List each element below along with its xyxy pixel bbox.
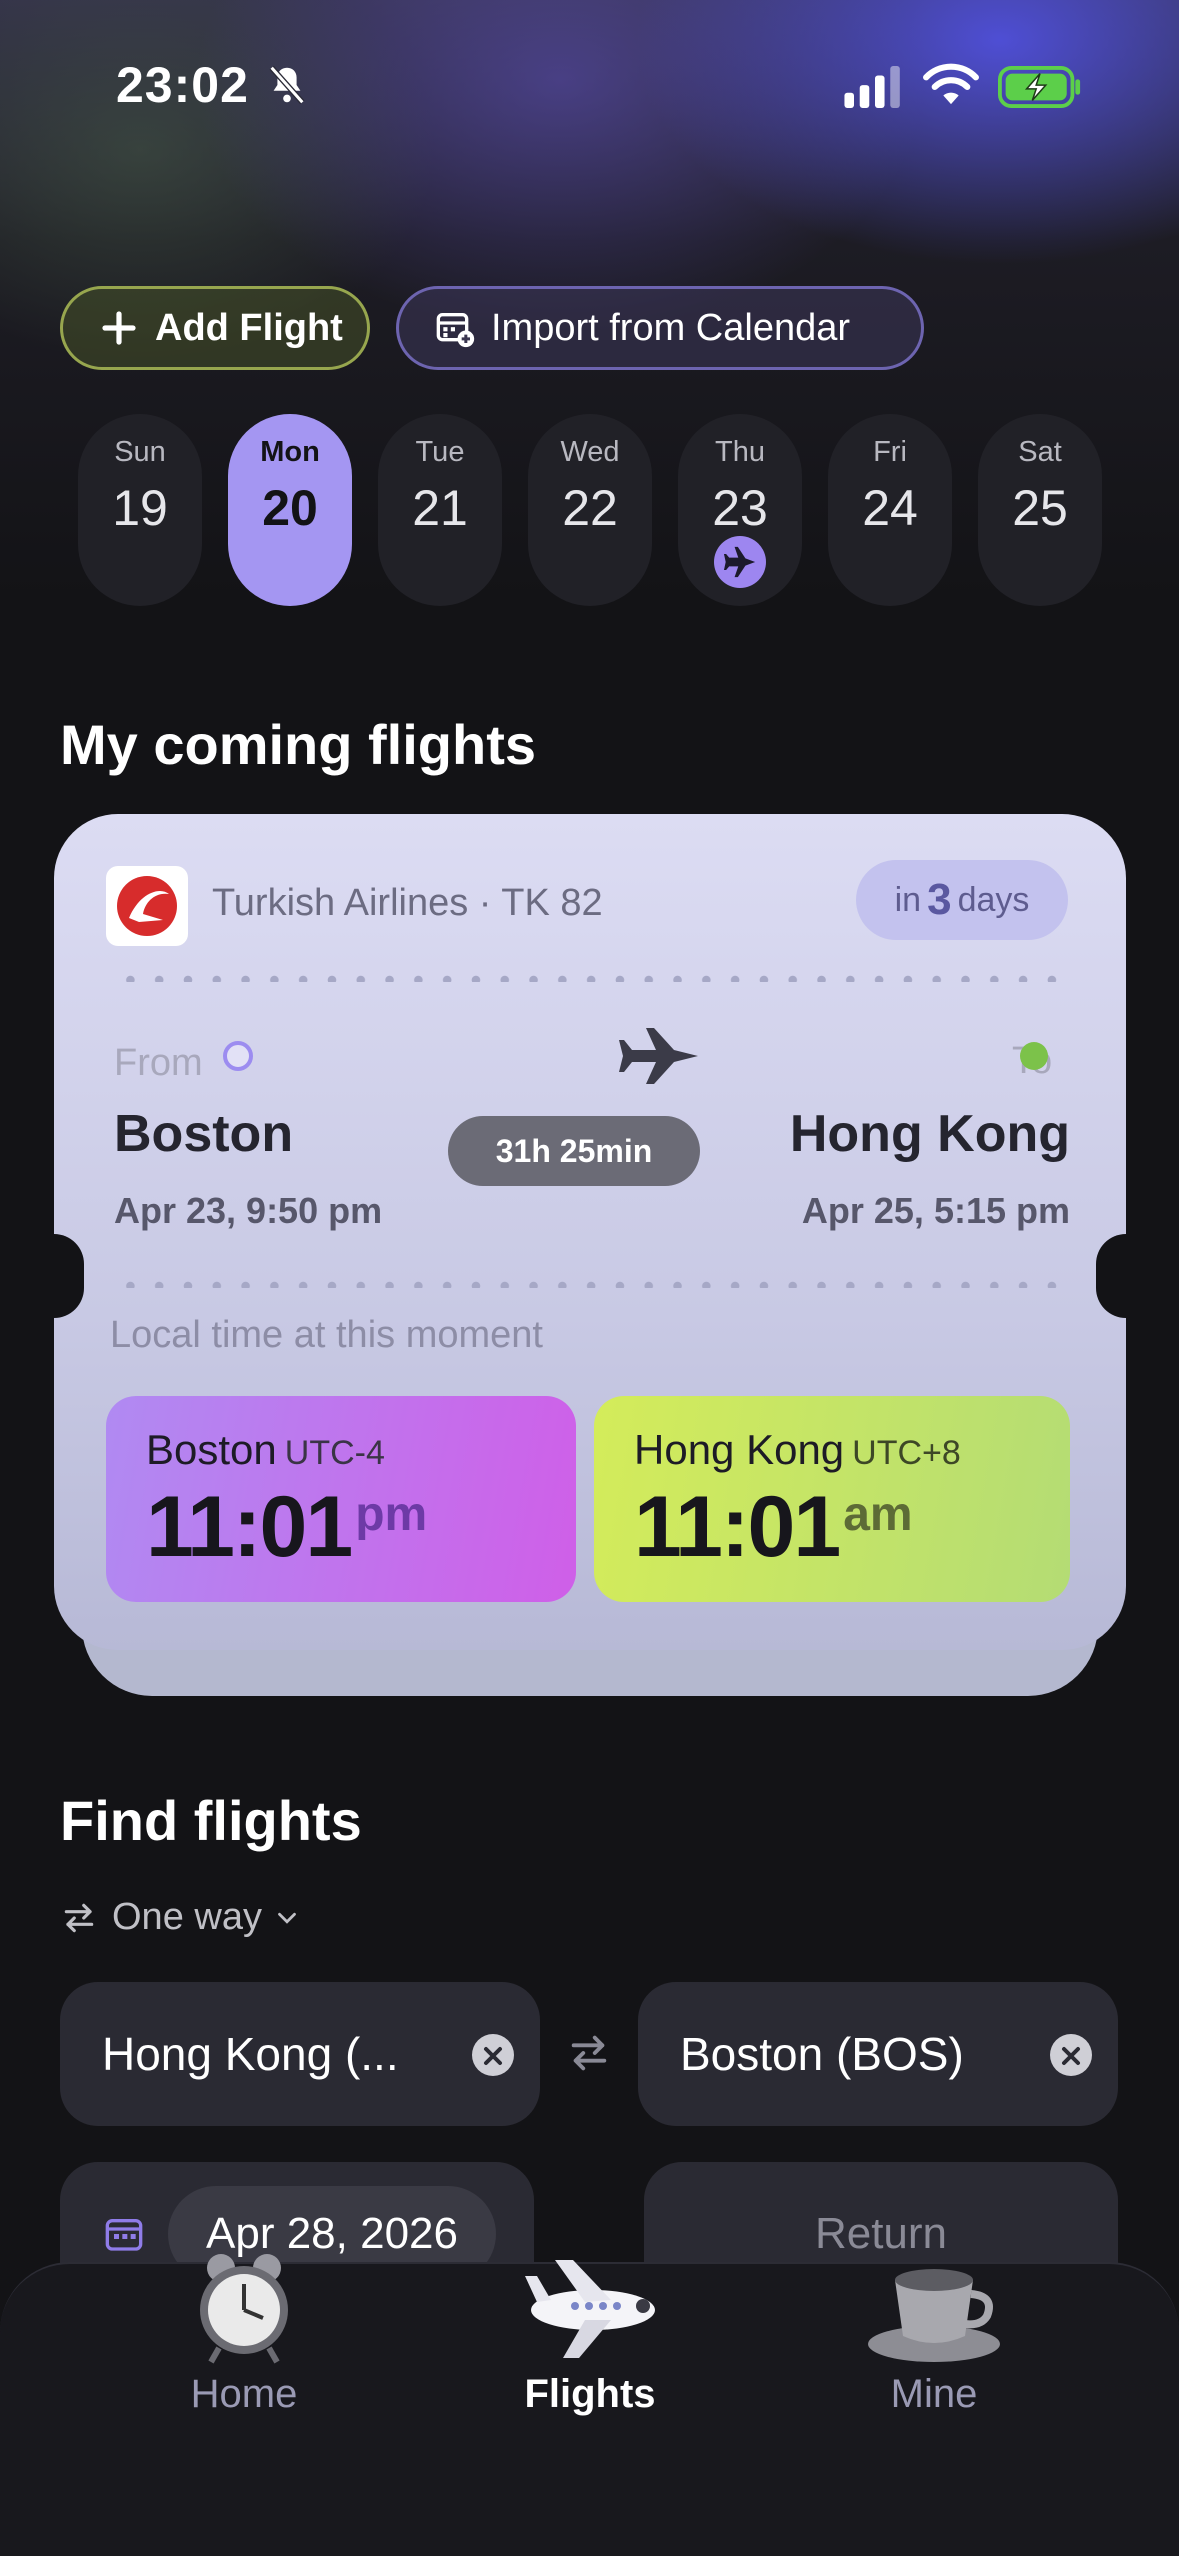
- tz-city: Hong Kong: [634, 1426, 845, 1473]
- trip-type-dropdown[interactable]: One way: [60, 1896, 316, 1939]
- day-fri[interactable]: Fri 24: [828, 414, 952, 606]
- day-number: 24: [862, 480, 918, 536]
- day-wed[interactable]: Wed 22: [528, 414, 652, 606]
- add-flight-label: Add Flight: [155, 306, 343, 349]
- find-flights-title: Find flights: [60, 1789, 362, 1852]
- tab-label: Home: [190, 2372, 298, 2416]
- from-label: From: [114, 1042, 203, 1084]
- status-time: 23:02: [116, 57, 249, 113]
- origin-datetime: Apr 23, 9:50 pm: [114, 1190, 383, 1231]
- day-number: 22: [562, 480, 618, 536]
- plus-icon: [102, 311, 136, 345]
- destination-local-time-card: Hong Kong UTC+8 11:01am: [594, 1396, 1070, 1602]
- tz-offset: UTC-4: [284, 1434, 385, 1472]
- tab-home[interactable]: Home: [94, 2254, 394, 2494]
- status-bar: 23:02: [0, 0, 1179, 170]
- local-time-label: Local time at this moment: [110, 1314, 543, 1356]
- tz-time: 11:01: [146, 1479, 353, 1575]
- day-name: Fri: [873, 436, 907, 468]
- ticket-notch-left: [54, 1234, 84, 1318]
- tz-offset: UTC+8: [852, 1434, 961, 1472]
- countdown-prefix: in: [894, 880, 922, 919]
- chevron-down-icon: [278, 1912, 296, 1924]
- bottom-tab-bar: Home Flights Mine: [0, 2254, 1179, 2556]
- tab-flights[interactable]: Flights: [440, 2260, 740, 2494]
- alarm-clock-icon: [200, 2254, 288, 2364]
- tz-time: 11:01: [634, 1479, 841, 1575]
- perforation-bottom: [116, 1280, 1076, 1288]
- swap-locations-button[interactable]: [566, 2030, 612, 2076]
- tz-city: Boston: [146, 1426, 277, 1473]
- bell-slash-icon: [269, 65, 305, 105]
- day-name: Thu: [715, 436, 765, 468]
- day-number: 19: [112, 480, 168, 536]
- day-tue[interactable]: Tue 21: [378, 414, 502, 606]
- teacup-icon: [868, 2269, 1000, 2362]
- route-line: [223, 1028, 1048, 1084]
- origin-local-time-card: Boston UTC-4 11:01pm: [106, 1396, 576, 1602]
- perforation-top: [116, 974, 1076, 982]
- day-number: 25: [1012, 480, 1068, 536]
- tz-time-row: 11:01pm: [146, 1478, 576, 1577]
- tz-time-row: 11:01am: [634, 1478, 1070, 1577]
- ticket-notch-right: [1096, 1234, 1126, 1318]
- origin-field[interactable]: Hong Kong (...: [60, 1982, 540, 2126]
- tz-ampm: pm: [355, 1488, 428, 1541]
- close-icon: [484, 2047, 502, 2065]
- day-name: Wed: [560, 436, 620, 468]
- battery-charging-icon: [998, 66, 1081, 108]
- destination-city: Hong Kong: [789, 1105, 1070, 1163]
- countdown-suffix: days: [957, 880, 1030, 919]
- clear-destination-button[interactable]: [1050, 2034, 1092, 2076]
- flight-marker-icon: [714, 536, 766, 588]
- day-name: Tue: [415, 436, 465, 468]
- day-sun[interactable]: Sun 19: [78, 414, 202, 606]
- tab-mine[interactable]: Mine: [784, 2264, 1084, 2494]
- clear-origin-button[interactable]: [472, 2034, 514, 2076]
- tab-label: Mine: [890, 2372, 978, 2416]
- day-number: 20: [262, 480, 318, 536]
- swap-arrows-icon: [64, 1903, 94, 1932]
- day-sat[interactable]: Sat 25: [978, 414, 1102, 606]
- day-number: 21: [412, 480, 468, 536]
- calendar-add-icon: [436, 313, 475, 348]
- day-name: Mon: [260, 436, 320, 468]
- day-number: 23: [712, 480, 768, 536]
- wifi-icon: [923, 63, 979, 105]
- day-name: Sun: [114, 436, 166, 468]
- close-icon: [1062, 2047, 1080, 2065]
- airline-logo: [106, 866, 188, 946]
- calendar-icon: [105, 2219, 143, 2251]
- trip-type-value: One way: [112, 1896, 262, 1938]
- day-name: Sat: [1018, 436, 1062, 468]
- flight-duration-badge: 31h 25min: [448, 1116, 700, 1186]
- add-flight-button[interactable]: Add Flight: [60, 286, 370, 370]
- origin-city: Boston: [114, 1105, 294, 1163]
- tz-ampm: am: [843, 1488, 913, 1541]
- countdown-value: 3: [927, 875, 952, 924]
- airline-flight-number: Turkish Airlines · TK 82: [212, 882, 603, 924]
- import-calendar-label: Import from Calendar: [491, 306, 851, 349]
- flight-ticket-card[interactable]: Turkish Airlines · TK 82 in 3 days From …: [54, 814, 1126, 1650]
- tab-label: Flights: [524, 2372, 656, 2416]
- day-mon-selected[interactable]: Mon 20: [228, 414, 352, 606]
- day-thu[interactable]: Thu 23: [678, 414, 802, 606]
- coming-flights-title: My coming flights: [60, 713, 536, 776]
- origin-value: Hong Kong (...: [102, 2028, 399, 2080]
- destination-field[interactable]: Boston (BOS): [638, 1982, 1118, 2126]
- airplane-icon: [525, 2260, 655, 2358]
- destination-datetime: Apr 25, 5:15 pm: [801, 1190, 1070, 1231]
- import-calendar-button[interactable]: Import from Calendar: [396, 286, 924, 370]
- destination-value: Boston (BOS): [680, 2028, 964, 2080]
- countdown-badge: in 3 days: [856, 860, 1068, 940]
- cellular-signal-icon: [844, 66, 900, 108]
